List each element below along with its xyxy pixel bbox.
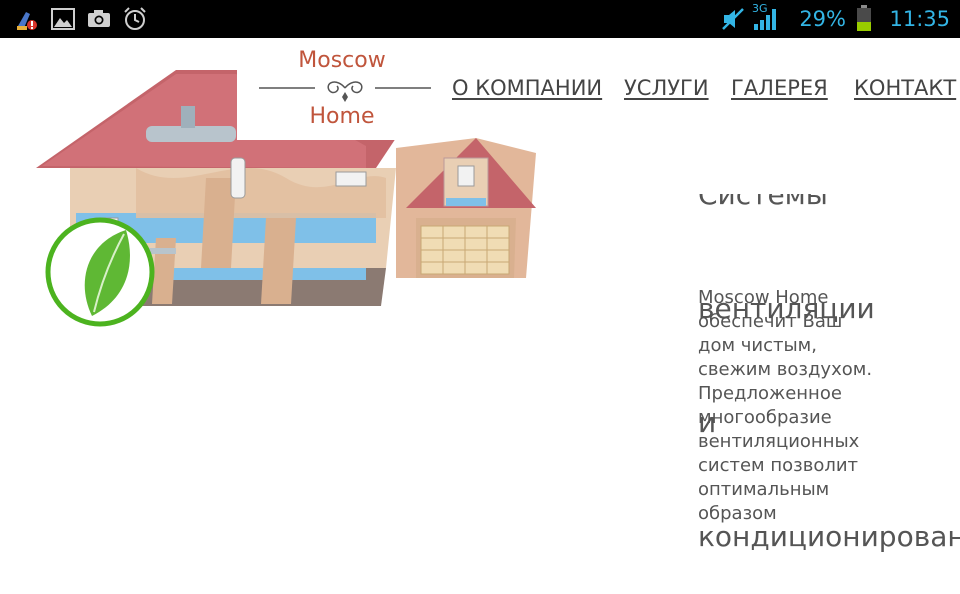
status-bar: 3G 29% 11:35 [0, 0, 960, 38]
intro-paragraph: Moscow Home обеспечит Ваш дом чистым, св… [698, 287, 873, 524]
camera-icon [88, 10, 110, 27]
cleaner-app-icon [17, 12, 37, 30]
nav-item-gallery[interactable]: ГАЛЕРЕЯ [731, 74, 828, 102]
leaf-icon [45, 217, 155, 327]
logo-text-line1: Moscow [298, 48, 386, 73]
page-title-line: Системы [698, 194, 828, 211]
nav-item-contacts[interactable]: КОНТАКТ [854, 74, 956, 102]
alarm-icon [124, 7, 146, 30]
nav-item-about[interactable]: О КОМПАНИИ [452, 74, 602, 102]
site-logo[interactable]: Moscow Home [237, 38, 447, 140]
gallery-icon [51, 8, 75, 30]
nav-item-services[interactable]: УСЛУГИ [624, 74, 709, 102]
battery-icon [857, 5, 871, 31]
logo-ornament-icon [259, 81, 431, 102]
mute-icon [722, 8, 744, 30]
clock: 11:35 [889, 7, 950, 31]
logo-text-line2: Home [309, 104, 375, 129]
battery-percent: 29% [799, 7, 846, 31]
status-bar-system: 3G 29% 11:35 [720, 0, 950, 38]
signal-icon [754, 9, 776, 30]
